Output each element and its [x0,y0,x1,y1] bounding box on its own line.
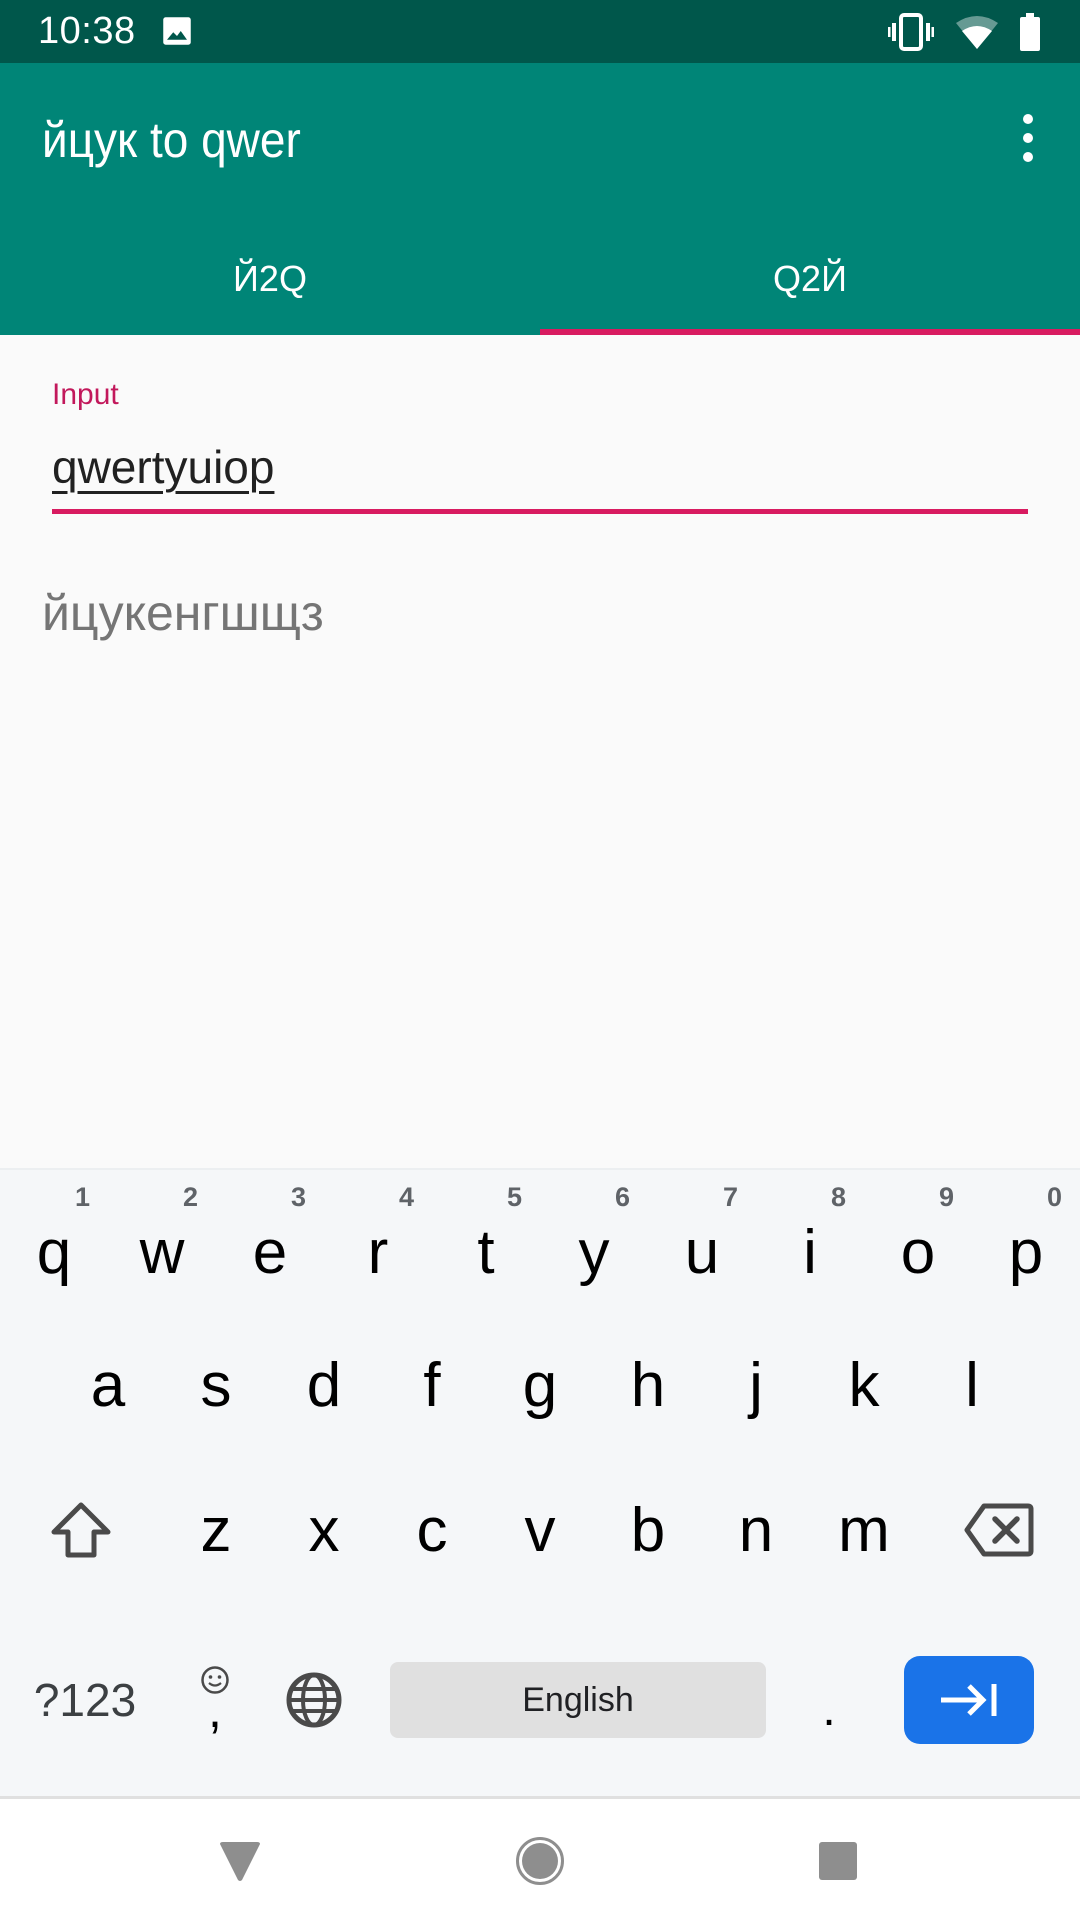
globe-key[interactable] [260,1640,368,1760]
status-time: 10:38 [38,10,136,52]
recents-icon [819,1842,857,1880]
comma-label: , [208,1682,222,1738]
symbols-key[interactable]: ?123 [0,1640,170,1760]
key-hint: 9 [938,1182,954,1212]
period-key[interactable]: . [788,1640,870,1760]
key-label: y [578,1217,610,1287]
key-label: i [803,1217,817,1287]
enter-key[interactable] [904,1656,1034,1744]
key-label: q [36,1217,72,1287]
globe-icon [286,1672,342,1728]
key-i[interactable]: i8 [756,1170,864,1310]
backspace-icon [964,1503,1034,1557]
key-q[interactable]: q1 [0,1170,108,1310]
key-label: p [1008,1217,1044,1287]
key-f[interactable]: f [378,1315,486,1455]
input-field[interactable]: qwertyuiop [52,440,1028,510]
key-p[interactable]: p0 [972,1170,1080,1310]
key-hint: 4 [398,1182,414,1212]
key-d[interactable]: d [270,1315,378,1455]
app-bar: йцук to qwer Й2Q Q2Й [0,63,1080,335]
app-title: йцук to qwer [42,112,301,168]
key-hint: 8 [830,1182,846,1212]
back-icon [220,1842,260,1881]
key-hint: 3 [290,1182,306,1212]
tab-next-icon [941,1684,997,1716]
key-hint: 0 [1046,1182,1062,1212]
vibrate-icon [888,13,934,51]
key-g[interactable]: g [486,1315,594,1455]
key-e[interactable]: e3 [216,1170,324,1310]
key-hint: 5 [506,1182,522,1212]
key-r[interactable]: r4 [324,1170,432,1310]
key-w[interactable]: w2 [108,1170,216,1310]
navigation-bar [0,1796,1080,1923]
keyboard-row-4: ?123 , English . [0,1640,1080,1760]
backspace-key[interactable] [918,1460,1080,1600]
shift-icon [51,1502,111,1558]
more-vert-icon[interactable] [998,103,1058,173]
key-label: w [139,1217,185,1287]
key-m[interactable]: m [810,1460,918,1600]
key-hint: 2 [182,1182,198,1212]
keyboard-row-3: z x c v b n m [0,1460,1080,1600]
back-button[interactable] [180,1799,300,1923]
tab-qwerty-to-cyr[interactable]: Q2Й [540,223,1080,335]
key-label: r [367,1217,389,1287]
key-v[interactable]: v [486,1460,594,1600]
key-x[interactable]: x [270,1460,378,1600]
key-hint: 7 [722,1182,738,1212]
recents-button[interactable] [778,1799,898,1923]
image-notification-icon [163,17,191,45]
key-hint: 6 [614,1182,630,1212]
key-t[interactable]: t5 [432,1170,540,1310]
home-icon [516,1837,564,1885]
status-icons [888,12,1040,52]
status-bar: 10:38 [0,0,1080,63]
key-o[interactable]: o9 [864,1170,972,1310]
key-b[interactable]: b [594,1460,702,1600]
input-underline [52,509,1028,514]
key-label: u [684,1217,720,1287]
soft-keyboard: q1 w2 e3 r4 t5 y6 u7 i8 o9 p0 a s d f g … [0,1168,1080,1798]
key-label: e [252,1217,288,1287]
tab-cyr-to-qwerty[interactable]: Й2Q [0,223,540,335]
key-label: o [900,1217,936,1287]
key-h[interactable]: h [594,1315,702,1455]
key-s[interactable]: s [162,1315,270,1455]
shift-key[interactable] [0,1460,162,1600]
key-c[interactable]: c [378,1460,486,1600]
comma-key[interactable]: , [170,1640,260,1760]
output-text: йцукенгшщз [42,585,324,641]
key-n[interactable]: n [702,1460,810,1600]
key-u[interactable]: u7 [648,1170,756,1310]
key-label: t [477,1217,495,1287]
key-z[interactable]: z [162,1460,270,1600]
key-k[interactable]: k [810,1315,918,1455]
keyboard-row-1: q1 w2 e3 r4 t5 y6 u7 i8 o9 p0 [0,1170,1080,1310]
key-hint: 1 [74,1182,90,1212]
key-a[interactable]: a [54,1315,162,1455]
tab-bar: Й2Q Q2Й [0,223,1080,335]
keyboard-row-2: a s d f g h j k l [0,1315,1080,1455]
space-key[interactable]: English [390,1662,766,1738]
key-y[interactable]: y6 [540,1170,648,1310]
wifi-icon [956,16,998,49]
battery-icon [1020,13,1040,51]
home-button[interactable] [480,1799,600,1923]
key-j[interactable]: j [702,1315,810,1455]
input-label: Input [52,378,119,411]
key-l[interactable]: l [918,1315,1026,1455]
